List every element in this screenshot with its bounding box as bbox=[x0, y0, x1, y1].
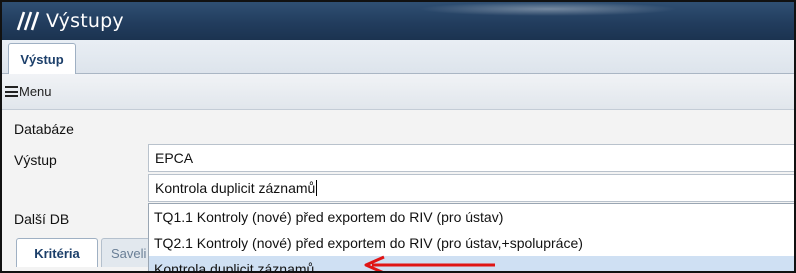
dalsi-db-label: Další DB bbox=[14, 211, 70, 227]
menu-button[interactable]: Menu bbox=[19, 84, 52, 99]
databaze-value: EPCA bbox=[155, 150, 194, 166]
dropdown-option[interactable]: TQ1.1 Kontroly (nové) před exportem do R… bbox=[149, 204, 794, 230]
window-title: Výstupy bbox=[46, 10, 124, 32]
tab-vystup[interactable]: Výstup bbox=[8, 43, 76, 74]
tab-kriteria[interactable]: Kritéria bbox=[16, 238, 98, 267]
triple-slash-logo-icon bbox=[16, 11, 40, 31]
app-window: Výstupy Výstup Menu Databáze EPCA Výstup… bbox=[0, 0, 796, 273]
text-caret bbox=[316, 180, 318, 196]
titlebar-glow bbox=[418, 2, 678, 16]
tab-strip: Výstup bbox=[2, 40, 794, 74]
hamburger-icon[interactable] bbox=[5, 86, 18, 97]
menu-bar: Menu bbox=[2, 74, 794, 110]
vystup-value: Kontrola duplicit záznamů bbox=[155, 180, 316, 196]
vystup-label: Výstup bbox=[14, 152, 57, 168]
databaze-label: Databáze bbox=[14, 121, 74, 137]
databaze-field[interactable]: EPCA bbox=[148, 144, 794, 172]
red-arrow-annotation-icon bbox=[364, 255, 495, 271]
criteria-tab-strip: Kritéria Saveli bbox=[2, 234, 161, 271]
dropdown-option[interactable]: TQ2.1 Kontroly (nové) před exportem do R… bbox=[149, 230, 794, 256]
title-bar: Výstupy bbox=[2, 2, 794, 40]
vystup-combobox[interactable]: Kontrola duplicit záznamů bbox=[148, 174, 794, 202]
